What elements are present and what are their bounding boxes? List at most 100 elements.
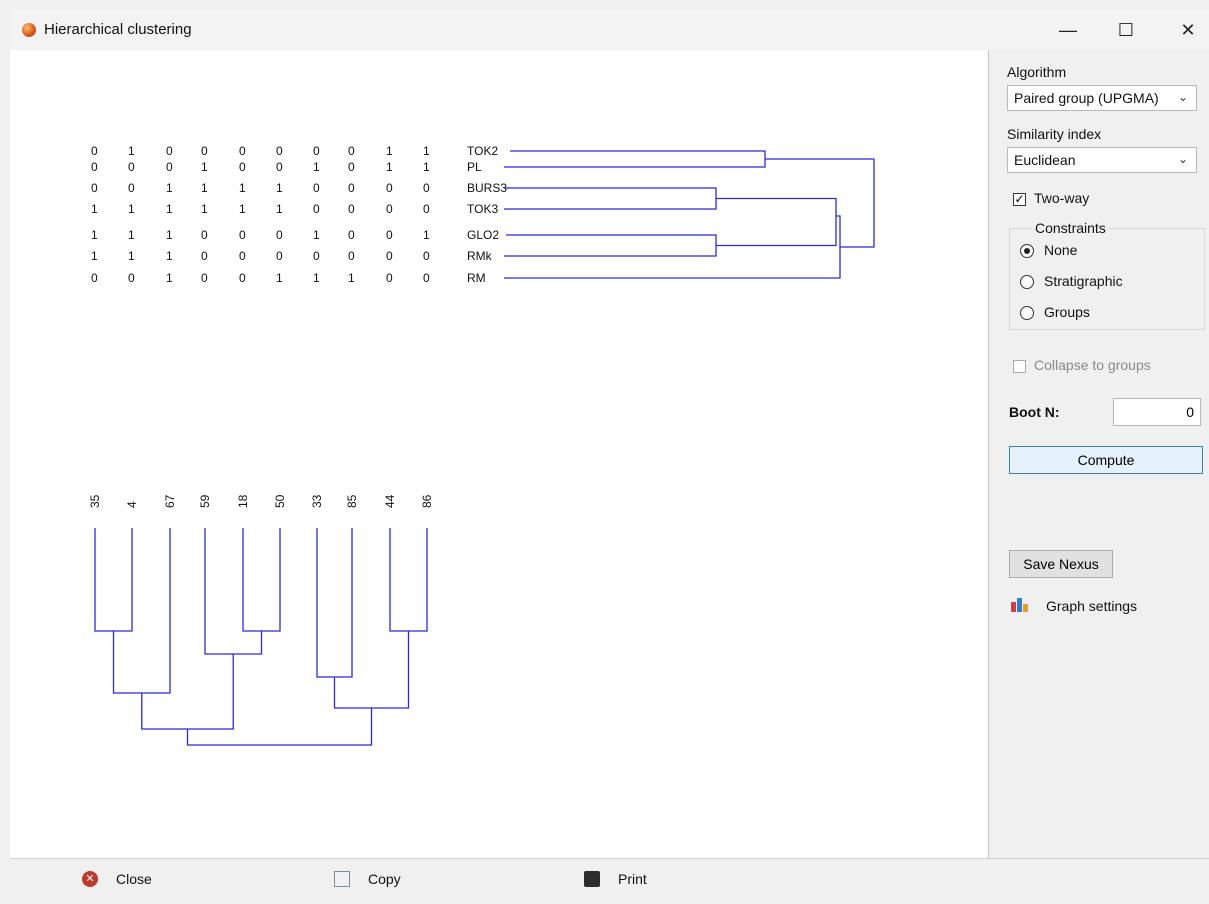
matrix-cell: 0 [201, 271, 208, 285]
app-icon [22, 23, 36, 37]
plot-canvas: 0 1 0 0 0 0 0 0 1 1 0 0 0 1 0 0 1 0 1 1 0 0 1 1 1 1 0 0 0 0 1 1 1 1 1 1 0 0 0 0… [10, 50, 988, 858]
matrix-cell: 1 [201, 181, 208, 195]
row-branch [504, 234, 717, 257]
matrix-cell: 1 [166, 228, 173, 242]
row-branch [504, 215, 841, 279]
column-branch [333, 631, 410, 709]
boot-n-input[interactable]: 0 [1113, 398, 1201, 426]
matrix-cell: 1 [239, 181, 246, 195]
matrix-cell: 0 [166, 144, 173, 158]
row-label: TOK2 [467, 144, 498, 158]
row-branch [716, 197, 837, 247]
print-label: Print [618, 871, 647, 887]
constraint-none-radio[interactable] [1020, 244, 1034, 258]
print-icon [584, 871, 600, 887]
matrix-cell: 0 [386, 202, 393, 216]
matrix-cell: 0 [386, 181, 393, 195]
save-nexus-button[interactable]: Save Nexus [1009, 550, 1113, 578]
maximize-button[interactable]: ☐ [1104, 14, 1148, 46]
boot-n-label: Boot N: [1009, 404, 1060, 420]
collapse-checkbox[interactable] [1013, 360, 1026, 373]
column-label: 4 [125, 501, 139, 508]
column-branch [242, 528, 281, 632]
compute-button[interactable]: Compute [1009, 446, 1203, 474]
two-way-label: Two-way [1034, 190, 1090, 206]
matrix-cell: 1 [386, 160, 393, 174]
matrix-cell: 1 [166, 249, 173, 263]
matrix-cell: 1 [201, 160, 208, 174]
matrix-cell: 0 [201, 249, 208, 263]
matrix-cell: 1 [128, 228, 135, 242]
column-branch [316, 528, 353, 678]
window-title: Hierarchical clustering [44, 21, 192, 38]
matrix-cell: 1 [91, 202, 98, 216]
matrix-cell: 1 [128, 202, 135, 216]
constraint-groups-label: Groups [1044, 304, 1090, 320]
column-label: 50 [273, 494, 287, 508]
chevron-down-icon: ⌄ [1177, 152, 1188, 166]
matrix-cell: 0 [348, 181, 355, 195]
matrix-cell: 0 [91, 160, 98, 174]
matrix-cell: 0 [386, 271, 393, 285]
close-label: Close [116, 871, 152, 887]
copy-label: Copy [368, 871, 401, 887]
row-label: BURS3 [467, 181, 507, 195]
constraint-groups-radio[interactable] [1020, 306, 1034, 320]
matrix-cell: 0 [276, 228, 283, 242]
matrix-cell: 0 [348, 160, 355, 174]
matrix-cell: 0 [201, 144, 208, 158]
matrix-cell: 1 [166, 202, 173, 216]
column-label: 85 [345, 494, 359, 508]
algorithm-value: Paired group (UPGMA) [1014, 90, 1159, 106]
matrix-cell: 1 [201, 202, 208, 216]
matrix-cell: 0 [91, 144, 98, 158]
matrix-cell: 1 [313, 271, 320, 285]
algorithm-select[interactable]: Paired group (UPGMA) ⌄ [1007, 85, 1197, 111]
matrix-cell: 0 [128, 160, 135, 174]
constraint-none-label: None [1044, 242, 1078, 258]
collapse-label: Collapse to groups [1034, 357, 1151, 373]
copy-button[interactable]: Copy [334, 871, 401, 887]
column-branch [186, 708, 373, 746]
matrix-cell: 0 [313, 249, 320, 263]
matrix-cell: 1 [423, 228, 430, 242]
column-label: 33 [310, 494, 324, 508]
similarity-select[interactable]: Euclidean ⌄ [1007, 147, 1197, 173]
dendrogram-plot: 0 1 0 0 0 0 0 0 1 1 0 0 0 1 0 0 1 0 1 1 0 0 1 1 1 1 0 0 0 0 1 1 1 1 1 1 0 0 0 0… [88, 144, 875, 746]
matrix-cell: 0 [239, 160, 246, 174]
column-label: 86 [420, 494, 434, 508]
matrix-cell: 1 [91, 249, 98, 263]
close-button[interactable]: ✕ Close [82, 871, 152, 887]
constraint-stratigraphic-label: Stratigraphic [1044, 273, 1123, 289]
matrix-cell: 0 [348, 202, 355, 216]
matrix-cell: 0 [348, 228, 355, 242]
constraint-stratigraphic-radio[interactable] [1020, 275, 1034, 289]
close-window-button[interactable]: ✕ [1166, 14, 1209, 46]
matrix-cell: 0 [313, 144, 320, 158]
matrix-cell: 0 [423, 202, 430, 216]
matrix-cell: 1 [386, 144, 393, 158]
matrix-cell: 0 [91, 271, 98, 285]
graph-settings-icon[interactable] [1011, 598, 1029, 612]
matrix-cell: 1 [423, 144, 430, 158]
row-label: GLO2 [467, 228, 499, 242]
minimize-button[interactable]: — [1046, 14, 1090, 46]
matrix-cell: 0 [239, 271, 246, 285]
column-branch [94, 528, 133, 632]
matrix-cell: 0 [201, 228, 208, 242]
matrix-cell: 1 [313, 228, 320, 242]
graph-settings-link[interactable]: Graph settings [1046, 598, 1137, 614]
column-branch [112, 528, 171, 694]
print-button[interactable]: Print [584, 871, 647, 887]
matrix-cell: 1 [348, 271, 355, 285]
row-label: RM [467, 271, 486, 285]
matrix-cell: 0 [423, 271, 430, 285]
row-label: TOK3 [467, 202, 498, 216]
matrix-cell: 0 [423, 249, 430, 263]
column-label: 44 [383, 494, 397, 508]
algorithm-label: Algorithm [1007, 64, 1067, 80]
column-label: 59 [198, 494, 212, 508]
two-way-checkbox[interactable]: ✓ [1013, 193, 1026, 206]
side-panel: Algorithm Paired group (UPGMA) ⌄ Similar… [988, 50, 1209, 858]
matrix-cell: 1 [91, 228, 98, 242]
